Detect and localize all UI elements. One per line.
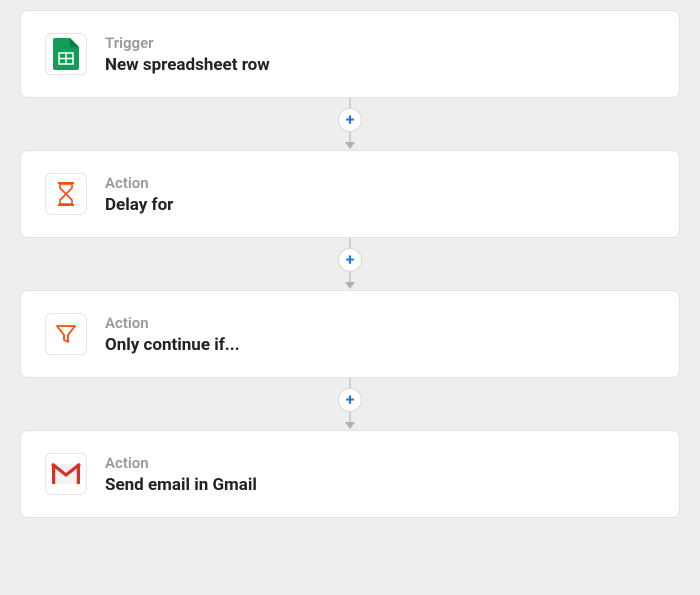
step-type-label: Action <box>105 314 240 332</box>
step-title: Only continue if... <box>105 335 240 355</box>
connector: + <box>20 238 680 290</box>
add-step-button[interactable]: + <box>338 248 362 272</box>
filter-icon <box>45 313 87 355</box>
plus-icon: + <box>346 112 355 128</box>
step-card-trigger[interactable]: Trigger New spreadsheet row <box>20 10 680 98</box>
gmail-icon <box>45 453 87 495</box>
step-title: Send email in Gmail <box>105 475 257 495</box>
add-step-button[interactable]: + <box>338 388 362 412</box>
hourglass-icon <box>45 173 87 215</box>
step-text: Trigger New spreadsheet row <box>105 34 270 75</box>
arrow-down-icon <box>345 142 355 149</box>
connector: + <box>20 378 680 430</box>
connector: + <box>20 98 680 150</box>
arrow-down-icon <box>345 282 355 289</box>
step-type-label: Trigger <box>105 34 270 52</box>
step-card-gmail[interactable]: Action Send email in Gmail <box>20 430 680 518</box>
add-step-button[interactable]: + <box>338 108 362 132</box>
step-type-label: Action <box>105 174 173 192</box>
step-text: Action Delay for <box>105 174 173 215</box>
arrow-down-icon <box>345 422 355 429</box>
plus-icon: + <box>346 252 355 268</box>
google-sheets-icon <box>45 33 87 75</box>
plus-icon: + <box>346 392 355 408</box>
step-title: Delay for <box>105 195 173 215</box>
step-card-delay[interactable]: Action Delay for <box>20 150 680 238</box>
step-type-label: Action <box>105 454 257 472</box>
step-text: Action Send email in Gmail <box>105 454 257 495</box>
step-title: New spreadsheet row <box>105 55 270 75</box>
step-card-filter[interactable]: Action Only continue if... <box>20 290 680 378</box>
step-text: Action Only continue if... <box>105 314 240 355</box>
